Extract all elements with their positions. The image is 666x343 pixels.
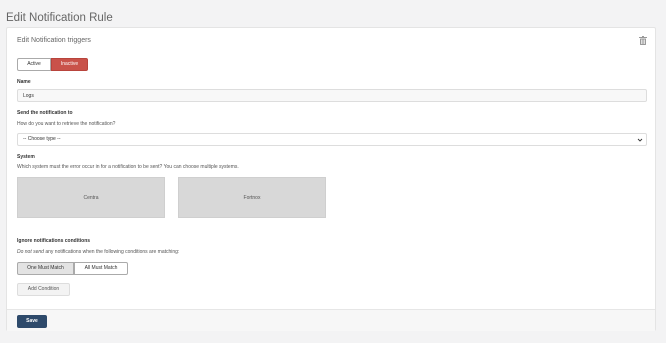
all-must-match-button[interactable]: All Must Match [74, 262, 128, 275]
notification-rule-card: Edit Notification triggers Active Inacti… [6, 27, 656, 331]
save-button[interactable]: Save [17, 315, 47, 328]
inactive-button[interactable]: Inactive [51, 58, 88, 71]
status-toggle: Active Inactive [17, 58, 88, 71]
select-value: -- Choose type -- [23, 136, 61, 142]
notification-type-select[interactable]: -- Choose type -- [17, 133, 647, 146]
name-label: Name [17, 79, 31, 85]
system-help: Which system must the error occur in for… [17, 164, 239, 170]
send-to-label: Send the notification to [17, 110, 73, 116]
match-toggle: One Must Match All Must Match [17, 262, 128, 275]
chevron-down-icon [637, 138, 643, 142]
send-to-help: How do you want to retrieve the notifica… [17, 121, 116, 127]
name-input[interactable] [17, 89, 647, 102]
ignore-conditions-label: Ignore notifications conditions [17, 238, 91, 244]
card-footer: Save [7, 309, 655, 331]
card-title: Edit Notification triggers [17, 37, 91, 44]
add-condition-button[interactable]: Add Condition [17, 283, 70, 296]
system-option-fortnox[interactable]: Fortnox [178, 177, 326, 218]
active-button[interactable]: Active [17, 58, 51, 71]
trash-icon[interactable] [639, 36, 647, 45]
ignore-conditions-help: Do not send any notifications when the f… [17, 249, 179, 255]
system-option-centra[interactable]: Centra [17, 177, 165, 218]
page-title: Edit Notification Rule [6, 11, 113, 24]
system-label: System [17, 154, 35, 160]
help-rest: any notifications when the following con… [43, 249, 180, 255]
help-emphasis: Do not send [17, 249, 44, 255]
one-must-match-button[interactable]: One Must Match [17, 262, 74, 275]
